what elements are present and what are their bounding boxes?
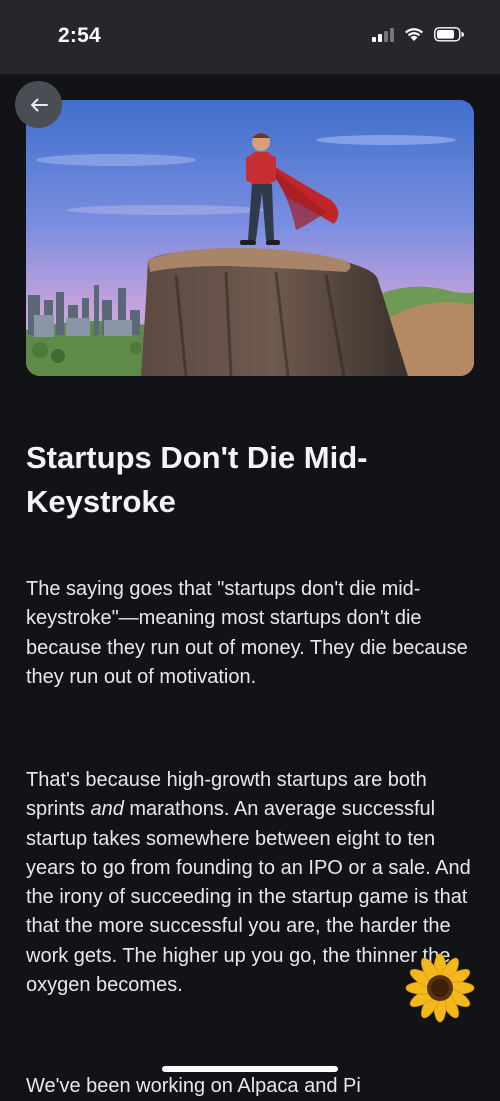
arrow-left-icon [30, 98, 48, 111]
sunflower-icon [405, 953, 475, 1023]
article-paragraph-3-partial: We've been working on Alpaca and Pi [26, 1075, 361, 1097]
back-button[interactable] [15, 81, 62, 128]
article-title: Startups Don't Die Mid-Keystroke [26, 440, 368, 519]
paragraph-emphasis: and [90, 798, 124, 821]
hero-image [26, 100, 474, 376]
status-time: 2:54 [58, 24, 101, 47]
article-paragraph-1: The saying goes that "startups don't die… [26, 578, 468, 688]
status-bar: 2:54 [0, 0, 500, 74]
paragraph-text: marathons. An average successful startup… [26, 798, 471, 997]
battery-icon [434, 27, 464, 42]
home-indicator[interactable] [162, 1066, 338, 1072]
cellular-signal-icon [372, 27, 394, 42]
wifi-icon [404, 27, 424, 42]
status-icons [372, 27, 464, 42]
